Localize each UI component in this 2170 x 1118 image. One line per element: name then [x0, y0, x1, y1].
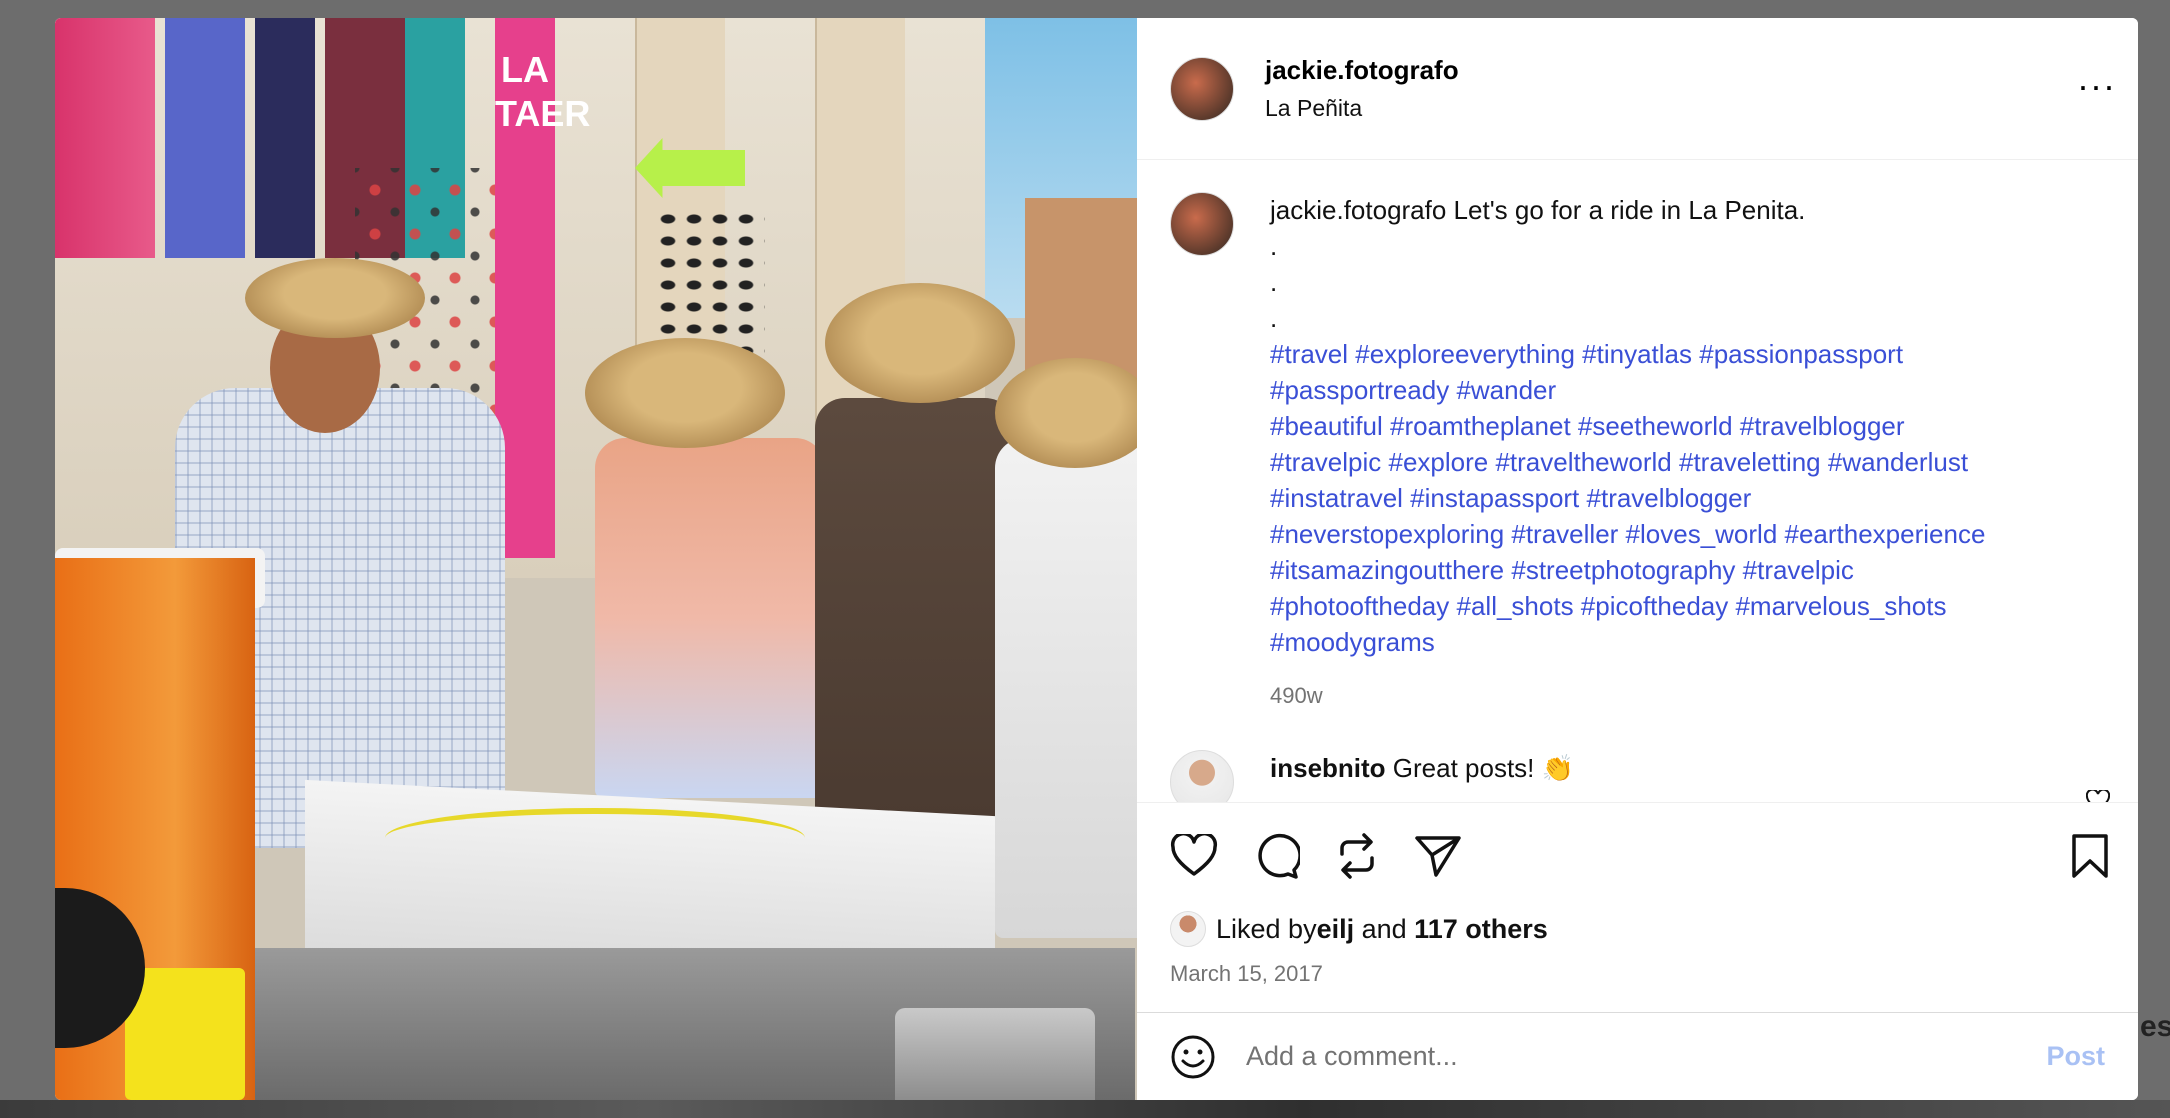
hashtag-line[interactable]: #itsamazingoutthere #streetphotography #… [1270, 552, 2100, 588]
comment-like-heart-icon[interactable] [2085, 788, 2111, 802]
liker-avatar[interactable] [1170, 911, 1206, 947]
hashtag-line[interactable]: #travelpic #explore #traveltheworld #tra… [1270, 444, 2100, 480]
background-feed-strip [0, 1100, 2170, 1118]
caption-avatar[interactable] [1170, 192, 1234, 256]
post-modal: LA TAER jackie.fotografo La Peñita ··· j… [55, 18, 2138, 1100]
caption-dot: . [1270, 267, 1278, 297]
action-icons [1170, 803, 2110, 909]
hashtag-line[interactable]: #instatravel #instapassport #travelblogg… [1270, 480, 2100, 516]
comment-text-block: insebnito Great posts! 👏 [1270, 750, 1574, 786]
likes-prefix: Liked by [1216, 913, 1317, 944]
author-info: jackie.fotografo La Peñita [1265, 55, 1459, 122]
photo-yellow-container [125, 968, 245, 1100]
commenter-avatar[interactable] [1170, 750, 1234, 802]
caption-dot: . [1270, 231, 1278, 261]
caption-body: jackie.fotografo Let's go for a ride in … [1270, 192, 2100, 714]
post-comment-button[interactable]: Post [2046, 1041, 2105, 1072]
photo-clothes [255, 18, 315, 258]
comments-scroll-area[interactable]: jackie.fotografo Let's go for a ride in … [1137, 160, 2138, 802]
comment-text: Great posts! 👏 [1385, 753, 1574, 783]
caption: jackie.fotografo Let's go for a ride in … [1170, 192, 2110, 714]
post-actions: Liked by eilj and 117 others March 15, 2… [1137, 802, 2138, 1012]
bookmark-icon[interactable] [2070, 833, 2110, 879]
photo-clothes [55, 18, 155, 258]
post-photo[interactable]: LA TAER [55, 18, 1137, 1100]
hashtag-line[interactable]: #beautiful #roamtheplanet #seetheworld #… [1270, 408, 2100, 444]
photo-scarecrow [815, 398, 1015, 818]
likes-middle: and [1354, 913, 1415, 944]
post-side-panel: jackie.fotografo La Peñita ··· jackie.fo… [1137, 18, 2138, 1100]
liker-username[interactable]: eilj [1317, 914, 1355, 945]
photo-rope [385, 808, 805, 868]
heart-icon[interactable] [1170, 834, 1218, 878]
hashtag-line[interactable]: #photooftheday #all_shots #picoftheday #… [1270, 588, 2100, 624]
likes-summary: Liked by eilj and 117 others [1170, 911, 2110, 947]
comment-input[interactable] [1246, 1041, 2047, 1072]
photo-clothes [165, 18, 245, 258]
photo-scarecrow [995, 438, 1137, 938]
smiley-icon[interactable] [1170, 1034, 1216, 1080]
comment-item: insebnito Great posts! 👏 [1170, 750, 2110, 802]
caption-username[interactable]: jackie.fotografo [1270, 195, 1446, 225]
hashtag-line[interactable]: #moodygrams [1270, 624, 2100, 660]
caption-text: Let's go for a ride in La Penita. [1446, 195, 1806, 225]
post-header: jackie.fotografo La Peñita ··· [1137, 18, 2138, 160]
hashtag-line[interactable]: #passportready #wander [1270, 372, 2100, 408]
post-location[interactable]: La Peñita [1265, 95, 1459, 122]
author-avatar[interactable] [1170, 56, 1234, 121]
more-horizontal-icon[interactable]: ··· [2077, 68, 2116, 104]
hashtag-line[interactable]: #travel #exploreeverything #tinyatlas #p… [1270, 336, 2100, 372]
hashtags: #travel #exploreeverything #tinyatlas #p… [1270, 336, 2100, 660]
caption-dots: . . . [1270, 228, 2100, 336]
caption-timestamp[interactable]: 490w [1270, 678, 2100, 714]
author-username[interactable]: jackie.fotografo [1265, 55, 1459, 86]
hashtag-line[interactable]: #neverstopexploring #traveller #loves_wo… [1270, 516, 2100, 552]
photo-hat [825, 283, 1015, 403]
caption-dot: . [1270, 303, 1278, 333]
commenter-username[interactable]: insebnito [1270, 753, 1386, 783]
photo-scarecrow [595, 438, 825, 798]
likes-others-link[interactable]: 117 others [1414, 914, 1548, 945]
comment-icon[interactable] [1252, 832, 1300, 880]
comment-composer: Post [1137, 1012, 2138, 1100]
send-icon[interactable] [1414, 833, 1462, 879]
photo-pot [895, 1008, 1095, 1100]
post-date[interactable]: March 15, 2017 [1170, 961, 2110, 987]
photo-hat [585, 338, 785, 448]
repost-icon[interactable] [1334, 832, 1380, 880]
photo-hat [245, 258, 425, 338]
background-peek-text: es [2140, 1010, 2170, 1043]
